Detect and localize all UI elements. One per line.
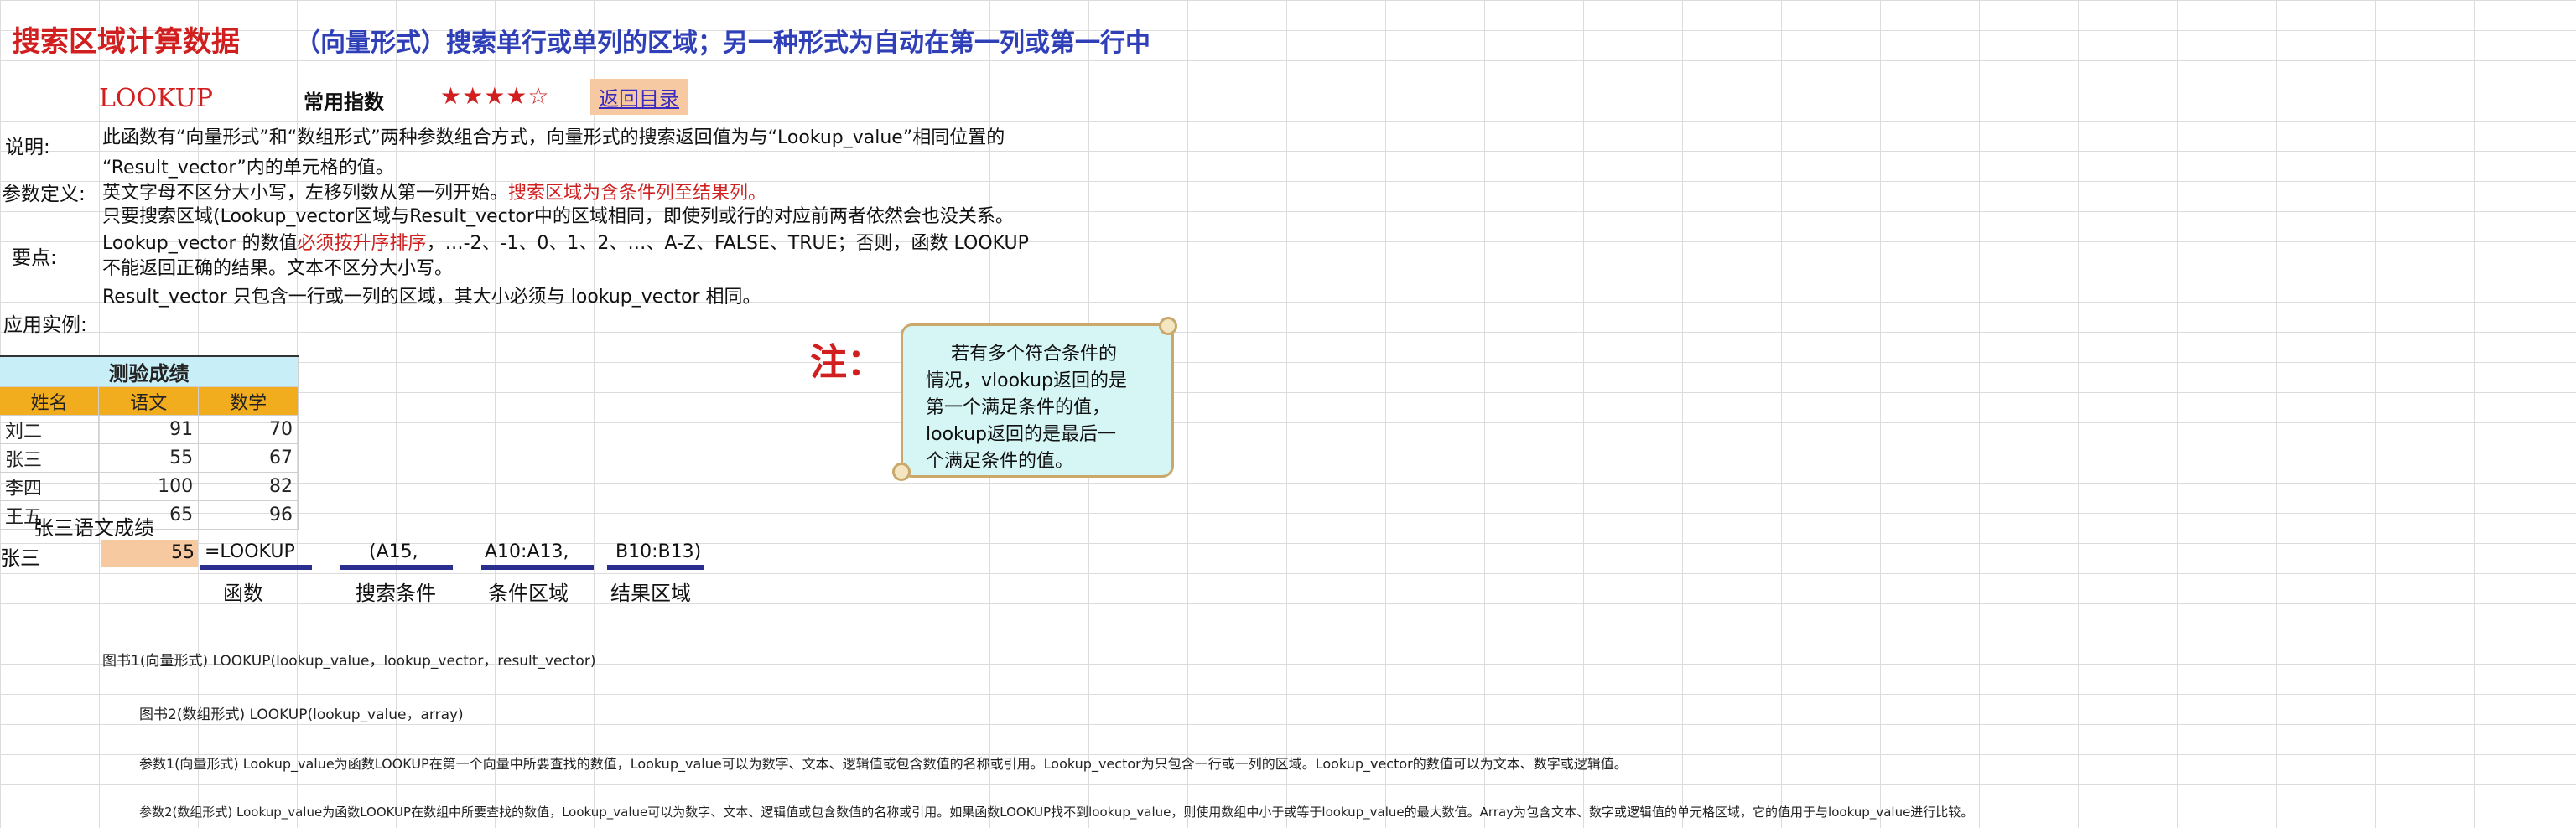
cell-math: 70 [198, 415, 299, 444]
function-name: LOOKUP [99, 84, 213, 113]
page-title: 搜索区域计算数据 [12, 25, 240, 59]
lookup-result-cell[interactable]: 55 [101, 540, 198, 567]
points-line-3: 不能返回正确的结果。文本不区分大小写。 [102, 258, 454, 279]
param-label: 参数定义: [2, 184, 86, 205]
syntax-line-3: 参数1(向量形式) Lookup_value为函数LOOKUP在第一个向量中所要… [139, 756, 1628, 772]
label-condition: 搜索条件 [356, 582, 436, 605]
desc-label: 说明: [5, 137, 50, 158]
points-line-4: Result_vector 只包含一行或一列的区域，其大小必须与 lookup_… [102, 287, 761, 308]
desc-line-2: “Result_vector”内的单元格的值。 [102, 158, 394, 179]
cell-chinese: 100 [98, 472, 200, 501]
score-table: 测验成绩 姓名 语文 数学 刘二 91 70 张三 55 67 李四 100 8… [0, 355, 299, 530]
note-line-1: 若有多个符合条件的 [951, 344, 1118, 365]
table-row: 张三 55 67 [0, 443, 299, 473]
note-line-4: lookup返回的是最后一 [926, 424, 1117, 445]
syntax-line-1: 图书1(向量形式) LOOKUP(lookup_value，lookup_vec… [102, 653, 596, 670]
col-header-chinese: 语文 [98, 386, 200, 416]
label-result-range: 结果区域 [610, 582, 691, 605]
col-header-math: 数学 [198, 386, 299, 416]
result-range-underline [607, 565, 704, 570]
cell-math: 67 [198, 443, 299, 473]
cell-math: 96 [198, 500, 299, 530]
back-to-index-link[interactable]: 返回目录 [590, 79, 688, 115]
condition-range-underline [481, 565, 594, 570]
formula-result-range: B10:B13) [615, 541, 702, 562]
example-label: 应用实例: [3, 314, 87, 336]
points-highlight: 必须按升序排序 [297, 233, 427, 254]
cell-name: 刘二 [0, 415, 100, 444]
cell-chinese: 55 [98, 443, 200, 473]
cell-name: 李四 [0, 472, 100, 501]
points-text-b: ，…-2、-1、0、1、2、…、A-Z、FALSE、TRUE；否则，函数 LOO… [426, 233, 1029, 254]
desc-line-1: 此函数有“向量形式”和“数组形式”两种参数组合方式，向量形式的搜索返回值为与“L… [102, 127, 1005, 148]
note-line-3: 第一个满足条件的值， [926, 397, 1111, 418]
table-caption-row: 测验成绩 [0, 355, 299, 387]
label-condition-range: 条件区域 [488, 582, 569, 605]
syntax-line-2: 图书2(数组形式) LOOKUP(lookup_value，array) [139, 706, 464, 723]
frequency-label: 常用指数 [304, 91, 384, 114]
note-line-2: 情况，vlookup返回的是 [926, 370, 1128, 391]
points-label: 要点: [12, 247, 57, 269]
table-caption: 测验成绩 [0, 355, 299, 387]
function-underline [200, 565, 312, 570]
table-row: 刘二 91 70 [0, 415, 299, 444]
condition-underline [340, 565, 453, 570]
note-line-5: 个满足条件的值。 [926, 451, 1074, 472]
formula-function: =LOOKUP [205, 541, 295, 562]
lookup-demo-name: 张三 [0, 546, 40, 570]
cell-name: 张三 [0, 443, 100, 473]
formula-condition-range: A10:A13, [485, 541, 569, 562]
cell-chinese: 91 [98, 415, 200, 444]
table-row: 李四 100 82 [0, 472, 299, 501]
col-header-name: 姓名 [0, 386, 100, 416]
score-table-wrap: 测验成绩 姓名 语文 数学 刘二 91 70 张三 55 67 李四 100 8… [0, 355, 299, 530]
points-line-2: Lookup_vector 的数值必须按升序排序，…-2、-1、0、1、2、…、… [102, 228, 1029, 255]
scroll-curl-icon [892, 463, 911, 481]
label-function: 函数 [223, 582, 263, 605]
scroll-curl-icon [1159, 317, 1177, 335]
star-rating-icon: ★★★★☆ [440, 82, 550, 110]
table-header-row: 姓名 语文 数学 [0, 386, 299, 416]
syntax-line-4: 参数2(数组形式) Lookup_value为函数LOOKUP在数组中所要查找的… [139, 805, 1974, 820]
points-text-a: Lookup_vector 的数值 [102, 233, 298, 254]
formula-condition: (A15, [369, 541, 418, 562]
page-subtitle: （向量形式）搜索单行或单列的区域；另一种形式为自动在第一列或第一行中 [295, 28, 1150, 58]
note-marker: 注： [810, 341, 884, 384]
lookup-demo-title: 张三语文成绩 [34, 516, 154, 540]
cell-math: 82 [198, 472, 299, 501]
points-line-1: 只要搜索区域(Lookup_vector区域与Result_vector中的区域… [102, 206, 1014, 227]
